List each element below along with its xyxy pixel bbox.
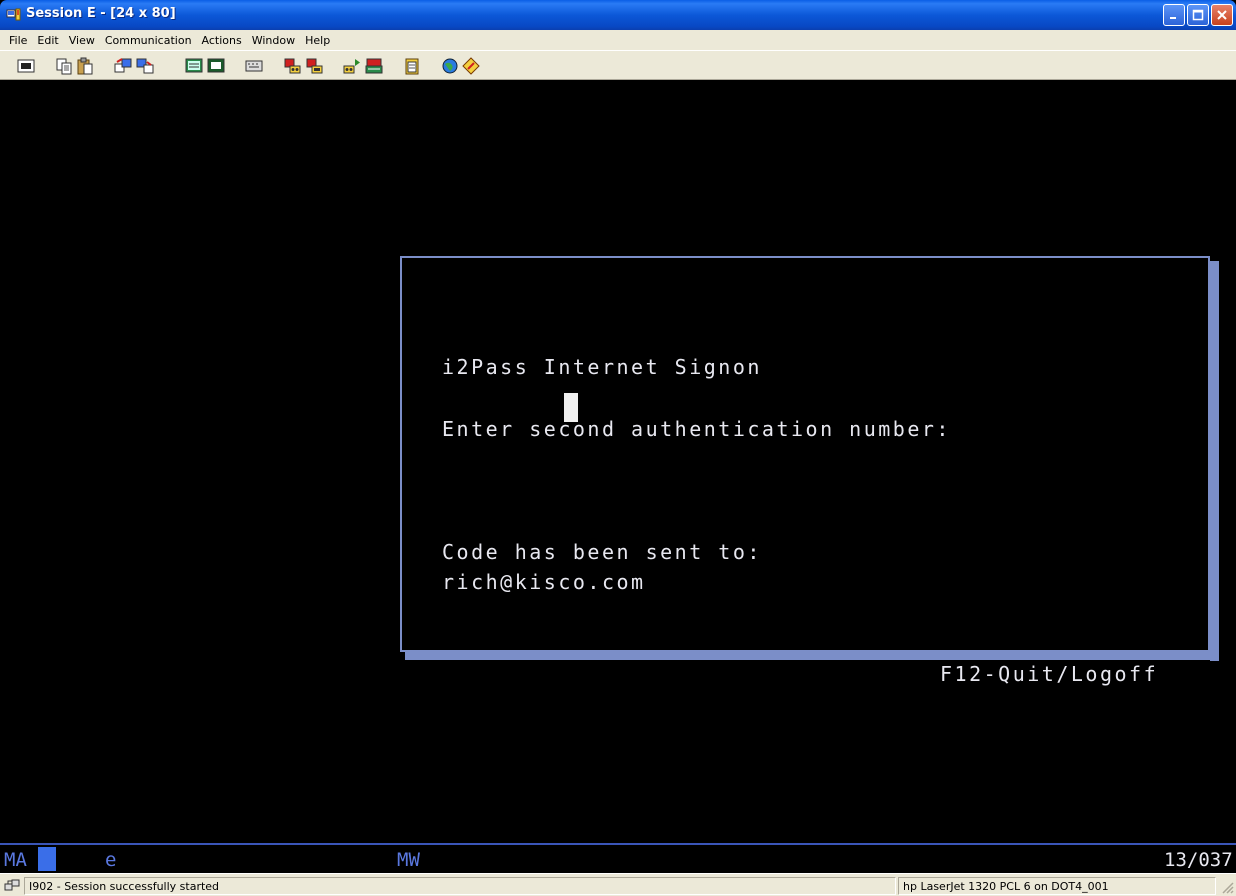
oia-mode: MA — [4, 849, 27, 871]
record-macro-icon[interactable] — [282, 56, 302, 76]
cursor-position: 13/037 — [1164, 849, 1233, 871]
quit-hint[interactable]: F12-Quit/Logoff — [940, 662, 1158, 686]
print-screen-icon[interactable] — [16, 56, 36, 76]
session-app-icon[interactable] — [6, 7, 22, 23]
macro-icon[interactable] — [244, 56, 264, 76]
close-icon — [1217, 10, 1227, 20]
menu-view[interactable]: View — [64, 34, 100, 47]
copy-icon[interactable] — [54, 56, 74, 76]
menu-window[interactable]: Window — [247, 34, 300, 47]
auth-number-input[interactable] — [564, 393, 578, 422]
menu-communication[interactable]: Communication — [100, 34, 197, 47]
status-message: I902 - Session successfully started — [24, 877, 896, 895]
receive-file-icon[interactable] — [135, 56, 155, 76]
menu-help[interactable]: Help — [300, 34, 335, 47]
title-bar[interactable]: Session E - [24 x 80] — [0, 0, 1236, 30]
resize-grip-icon[interactable] — [1220, 880, 1234, 894]
oia-cursor-highlight — [38, 847, 56, 871]
oia-mw: MW — [397, 849, 420, 871]
oia-status-line: MA e MW 13/037 — [0, 843, 1236, 873]
auth-prompt: Enter second authentication number: — [442, 417, 951, 441]
keyboard-map-icon[interactable] — [206, 56, 226, 76]
dialog-shadow-bottom — [405, 652, 1219, 660]
status-bar: I902 - Session successfully started hp L… — [0, 873, 1236, 896]
display-setup-icon[interactable] — [184, 56, 204, 76]
dialog-shadow — [1210, 261, 1219, 661]
clipboard-icon[interactable] — [402, 56, 422, 76]
printer-status: hp LaserJet 1320 PCL 6 on DOT4_001 — [898, 877, 1216, 895]
oia-indicator: e — [105, 849, 117, 871]
play-macro-icon[interactable] — [342, 56, 362, 76]
close-button[interactable] — [1211, 4, 1233, 26]
send-file-icon[interactable] — [113, 56, 133, 76]
menu-actions[interactable]: Actions — [197, 34, 247, 47]
window-title: Session E - [24 x 80] — [26, 6, 176, 21]
session-status-icon — [4, 878, 20, 892]
paste-icon[interactable] — [75, 56, 95, 76]
stop-macro-icon[interactable] — [304, 56, 324, 76]
email-address: rich@kisco.com — [442, 570, 646, 594]
maximize-button[interactable] — [1187, 4, 1209, 26]
menu-edit[interactable]: Edit — [32, 34, 63, 47]
menu-bar: File Edit View Communication Actions Win… — [0, 30, 1236, 50]
globe-icon[interactable] — [440, 56, 460, 76]
macro-list-icon[interactable] — [364, 56, 384, 76]
code-sent-label: Code has been sent to: — [442, 540, 762, 564]
toolbar — [0, 50, 1236, 80]
minimize-icon — [1170, 17, 1176, 19]
help-diamond-icon[interactable] — [461, 56, 481, 76]
menu-file[interactable]: File — [4, 34, 32, 47]
dialog-title: i2Pass Internet Signon — [442, 355, 762, 379]
maximize-icon — [1192, 9, 1204, 21]
minimize-button[interactable] — [1163, 4, 1185, 26]
